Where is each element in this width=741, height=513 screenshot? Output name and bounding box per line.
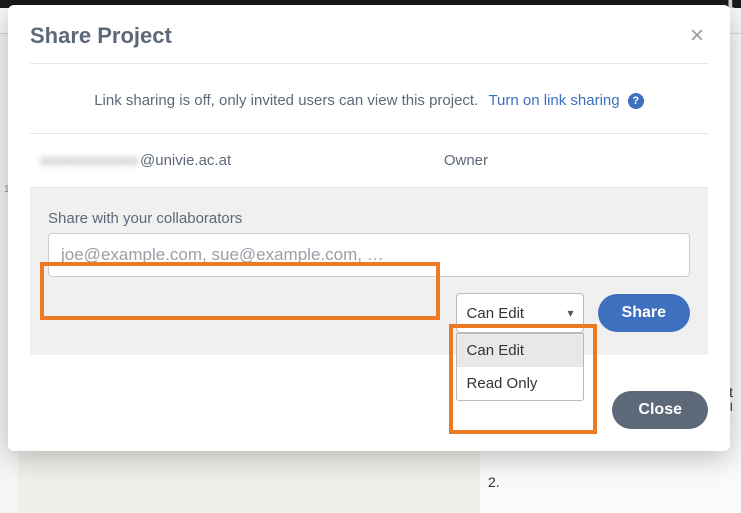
permission-option-read-only[interactable]: Read Only [457,367,583,400]
permission-select-wrap: Can Edit Read Only Can Edit Read Only [456,293,584,333]
share-project-modal: Share Project × Link sharing is off, onl… [8,5,730,451]
modal-title: Share Project [30,23,172,49]
close-button[interactable]: Close [612,391,708,429]
link-sharing-section: Link sharing is off, only invited users … [30,63,708,134]
owner-role: Owner [444,152,488,169]
help-icon[interactable]: ? [628,93,644,109]
permission-dropdown: Can Edit Read Only [456,333,584,401]
permission-select[interactable]: Can Edit Read Only [456,293,584,333]
owner-email-domain: @univie.ac.at [140,152,231,169]
share-actions: Can Edit Read Only Can Edit Read Only Sh… [48,293,690,333]
permission-option-can-edit[interactable]: Can Edit [457,334,583,367]
close-icon[interactable]: × [686,24,708,48]
turn-on-link-sharing[interactable]: Turn on link sharing [488,92,619,109]
modal-header: Share Project × [8,5,730,63]
owner-email-redacted: xxxxxxxxxxxxxx [40,152,138,169]
owner-row: xxxxxxxxxxxxxx @univie.ac.at Owner [30,134,708,188]
modal-body: Link sharing is off, only invited users … [8,63,730,373]
collaborator-email-input[interactable] [48,233,690,277]
share-section: Share with your collaborators Can Edit R… [30,188,708,355]
link-sharing-status: Link sharing is off, only invited users … [94,92,478,109]
share-label: Share with your collaborators [48,210,690,227]
share-button[interactable]: Share [598,294,690,332]
modal-footer: Close [8,373,730,451]
